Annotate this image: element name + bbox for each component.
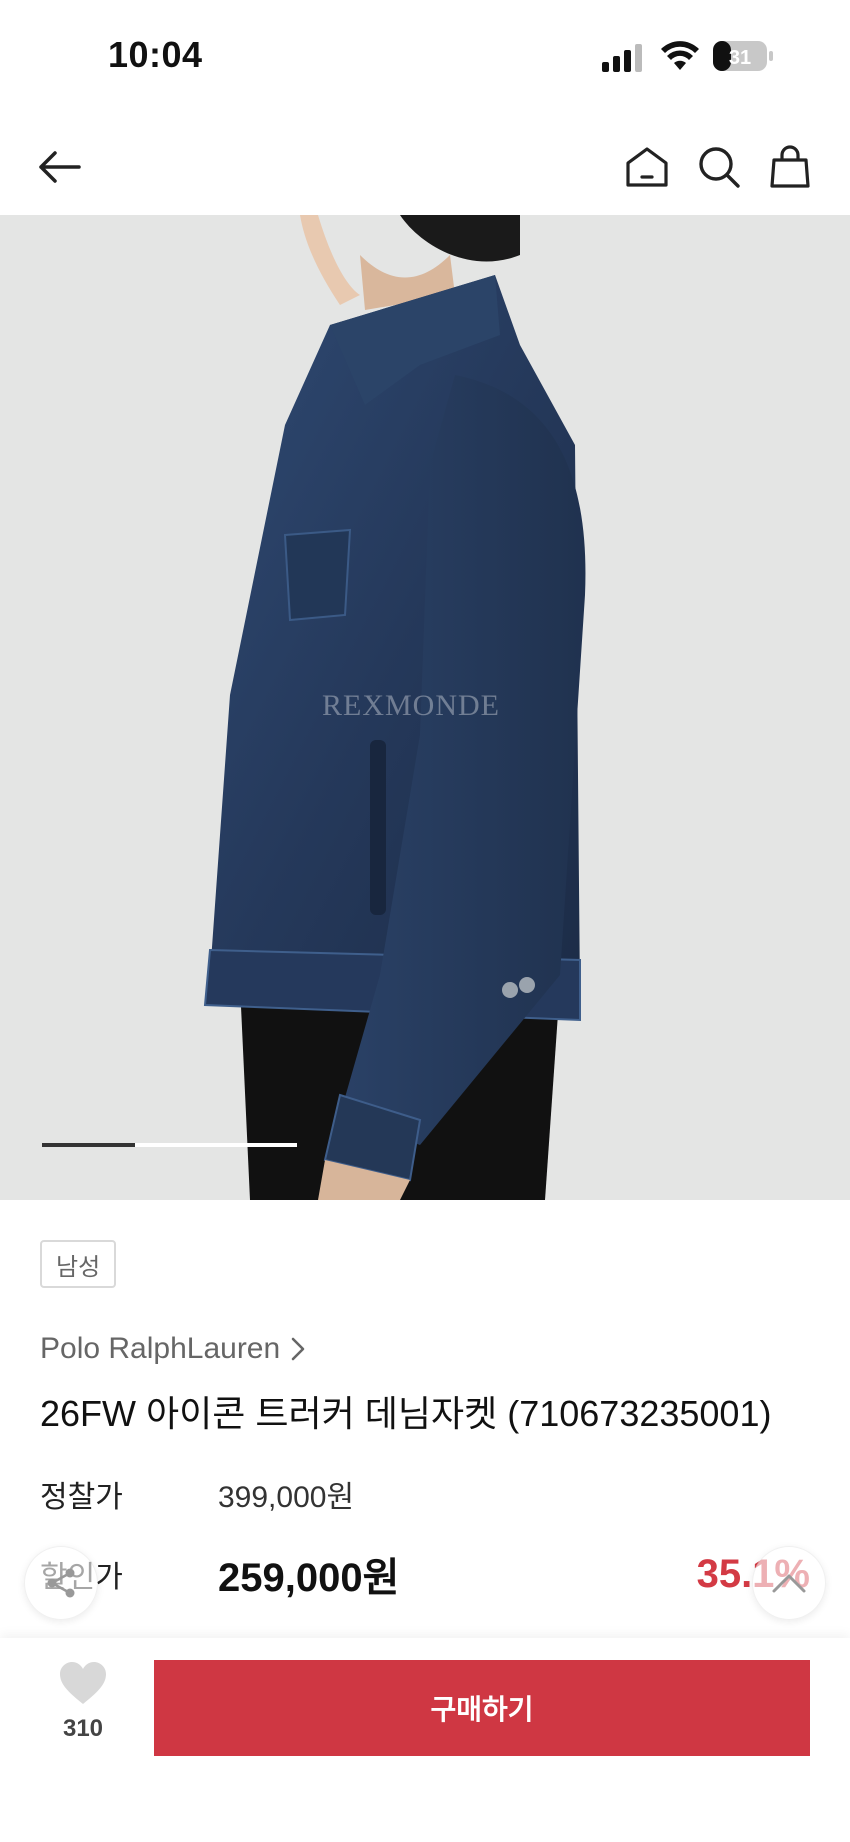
- share-button[interactable]: [24, 1546, 98, 1620]
- wifi-icon: [661, 41, 699, 70]
- like-count: 310: [62, 1715, 104, 1742]
- chevron-right-icon: [291, 1337, 305, 1361]
- carousel-indicator: [42, 1143, 297, 1147]
- sale-price-row: 할인가 259,000원 35.1%: [40, 1545, 810, 1603]
- carousel-indicator-active: [42, 1143, 135, 1147]
- signal-icon: [602, 44, 642, 72]
- brand-link[interactable]: Polo RalphLauren: [40, 1332, 306, 1366]
- search-button[interactable]: [692, 140, 746, 194]
- original-price-label: 정찰가: [40, 1481, 123, 1514]
- back-button[interactable]: [32, 140, 86, 194]
- original-price-row: 정찰가 399,000원: [40, 1472, 810, 1516]
- gender-tag: 남성: [40, 1240, 117, 1288]
- home-button[interactable]: [620, 140, 674, 194]
- brand-name: Polo RalphLauren: [40, 1332, 281, 1365]
- heart-icon: [60, 1662, 106, 1704]
- share-icon: [47, 1568, 75, 1598]
- cart-button[interactable]: [763, 140, 817, 194]
- buy-button[interactable]: 구매하기: [154, 1660, 810, 1756]
- sale-price: 259,000원: [218, 1556, 400, 1600]
- chevron-up-icon: [772, 1574, 806, 1593]
- shopping-bag-icon: [770, 145, 810, 188]
- search-icon: [699, 147, 740, 188]
- scroll-top-button[interactable]: [752, 1546, 826, 1620]
- top-nav: [0, 130, 850, 204]
- back-arrow-icon: [39, 151, 81, 183]
- battery-icon: 31: [712, 40, 774, 72]
- image-watermark: REXMONDE: [322, 689, 500, 722]
- home-icon: [626, 147, 668, 187]
- original-price: 399,000원: [218, 1481, 355, 1514]
- status-time: 10:04: [108, 34, 203, 75]
- like-button[interactable]: 310: [50, 1660, 116, 1743]
- bottom-action-bar: 310 구매하기: [0, 1638, 850, 1842]
- battery-level: 31: [729, 47, 751, 69]
- product-image-carousel[interactable]: REXMONDE: [0, 215, 850, 1200]
- product-title: 26FW 아이콘 트러커 데님자켓 (710673235001): [40, 1393, 772, 1434]
- status-bar: 10:04 31: [0, 0, 850, 110]
